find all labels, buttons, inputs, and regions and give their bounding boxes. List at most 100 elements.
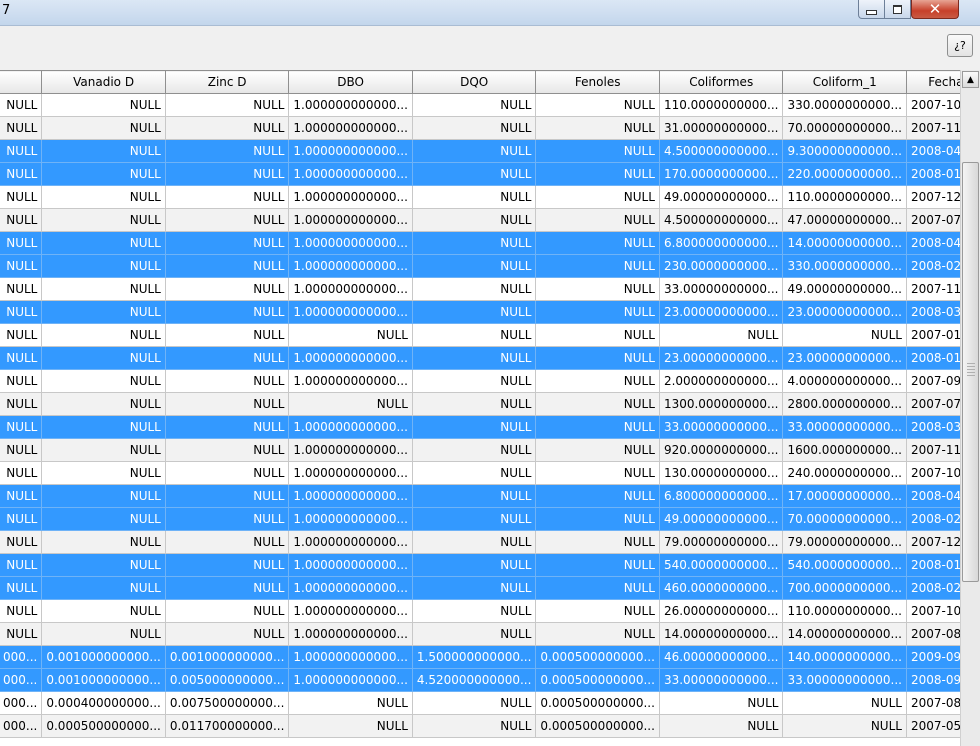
table-row[interactable]: NULL NULL NULL 1.000000000000... NULL NULL 170… xyxy=(0,162,960,186)
table-cell[interactable]: 2007-05-24 xyxy=(905,714,960,738)
table-cell[interactable]: 230.0000000000... xyxy=(658,254,784,278)
table-cell[interactable]: 14.00000000000... xyxy=(782,622,907,646)
table-row[interactable]: NULLNULLNULLNULLNULLNULLNULLNULL2007-01-… xyxy=(0,323,960,347)
table-cell[interactable]: 2007-07-25 xyxy=(905,392,960,416)
table-cell[interactable]: NULL xyxy=(535,530,660,554)
table-cell[interactable]: 2800.000000000... xyxy=(782,392,907,416)
table-cell[interactable]: 2007-08-07 xyxy=(905,691,960,715)
table-cell[interactable]: NULL xyxy=(164,599,290,623)
table-cell[interactable]: 330.0000000000... xyxy=(782,93,907,117)
table-cell[interactable]: NULL xyxy=(411,116,537,140)
table-cell[interactable]: NULL xyxy=(41,208,166,232)
table-cell[interactable]: NULL xyxy=(288,714,413,738)
table-cell[interactable]: 0.001000000000... xyxy=(41,645,166,669)
table-row[interactable]: 000... 0.001000000000... 0.005000000000...… xyxy=(0,668,960,692)
table-cell[interactable]: NULL xyxy=(164,346,290,370)
table-cell[interactable]: 140.0000000000... xyxy=(782,645,907,669)
table-cell[interactable]: NULL xyxy=(535,622,660,646)
table-cell[interactable]: 26.00000000000... xyxy=(658,599,784,623)
table-cell[interactable]: NULL xyxy=(411,277,537,301)
table-cell[interactable]: 2007-12-20 xyxy=(905,185,960,209)
table-cell[interactable]: 110.0000000000... xyxy=(782,185,907,209)
table-cell[interactable]: NULL xyxy=(41,461,166,485)
table-cell[interactable]: NULL xyxy=(164,116,290,140)
table-cell[interactable]: NULL xyxy=(411,93,537,117)
table-cell[interactable]: 79.00000000000... xyxy=(782,530,907,554)
table-cell[interactable]: NULL xyxy=(535,323,660,347)
table-cell[interactable]: NULL xyxy=(535,553,660,577)
table-row[interactable]: NULL NULL NULL 1.000000000000... NULL NULL 23.… xyxy=(0,300,960,324)
table-cell[interactable]: 2008-04-19 xyxy=(905,231,960,255)
table-cell[interactable]: NULL xyxy=(41,162,166,186)
table-cell[interactable]: 1.000000000000... xyxy=(288,93,413,117)
table-cell[interactable]: NULL xyxy=(411,576,537,600)
table-cell[interactable]: 1.000000000000... xyxy=(288,185,413,209)
table-cell[interactable]: 220.0000000000... xyxy=(782,162,907,186)
table-cell[interactable]: NULL xyxy=(164,438,290,462)
table-cell[interactable]: 47.00000000000... xyxy=(782,208,907,232)
table-cell[interactable]: NULL xyxy=(535,185,660,209)
column-header[interactable]: Zinc D xyxy=(164,70,290,94)
table-cell[interactable]: NULL xyxy=(164,300,290,324)
table-cell[interactable]: NULL xyxy=(41,116,166,140)
table-cell[interactable]: NULL xyxy=(288,392,413,416)
table-cell[interactable]: NULL xyxy=(0,116,43,140)
table-cell[interactable]: NULL xyxy=(535,599,660,623)
table-cell[interactable]: NULL xyxy=(164,162,290,186)
scroll-up-button[interactable]: ▲ xyxy=(962,71,979,88)
table-cell[interactable]: NULL xyxy=(164,185,290,209)
table-cell[interactable]: 1.000000000000... xyxy=(288,346,413,370)
table-cell[interactable]: 1.500000000000... xyxy=(411,645,537,669)
table-cell[interactable]: 23.00000000000... xyxy=(658,346,784,370)
table-cell[interactable]: 1.000000000000... xyxy=(288,599,413,623)
table-cell[interactable]: NULL xyxy=(0,300,43,324)
table-cell[interactable]: NULL xyxy=(658,691,784,715)
table-cell[interactable]: 2007-10-25 xyxy=(905,461,960,485)
table-cell[interactable]: NULL xyxy=(164,484,290,508)
table-cell[interactable]: NULL xyxy=(658,323,784,347)
table-cell[interactable]: 0.000500000000... xyxy=(41,714,166,738)
table-cell[interactable]: 1.000000000000... xyxy=(288,484,413,508)
table-cell[interactable]: NULL xyxy=(0,622,43,646)
table-cell[interactable]: NULL xyxy=(535,415,660,439)
table-cell[interactable]: 130.0000000000... xyxy=(658,461,784,485)
table-cell[interactable]: NULL xyxy=(0,139,43,163)
table-cell[interactable]: NULL xyxy=(411,553,537,577)
table-cell[interactable]: NULL xyxy=(411,139,537,163)
table-cell[interactable]: 1.000000000000... xyxy=(288,139,413,163)
table-cell[interactable]: NULL xyxy=(0,484,43,508)
table-cell[interactable]: 2008-04-19 xyxy=(905,139,960,163)
table-cell[interactable]: 2008-01-19 xyxy=(905,346,960,370)
table-cell[interactable]: 110.0000000000... xyxy=(658,93,784,117)
table-cell[interactable]: NULL xyxy=(41,300,166,324)
table-cell[interactable]: NULL xyxy=(164,323,290,347)
minimize-button[interactable] xyxy=(858,0,885,19)
close-button[interactable]: ✕ xyxy=(911,0,959,19)
table-cell[interactable]: NULL xyxy=(41,484,166,508)
table-cell[interactable]: 2008-01-19 xyxy=(905,162,960,186)
table-cell[interactable]: 920.0000000000... xyxy=(658,438,784,462)
column-header[interactable]: DQO xyxy=(411,70,537,94)
table-cell[interactable]: 2007-07-23 xyxy=(905,208,960,232)
table-row[interactable]: NULL NULL NULL NULL NULL NULL 1300.000000000..… xyxy=(0,392,960,416)
table-cell[interactable]: NULL xyxy=(411,185,537,209)
table-cell[interactable]: 1.000000000000... xyxy=(288,461,413,485)
table-cell[interactable]: 2008-02-19 xyxy=(905,576,960,600)
table-cell[interactable]: NULL xyxy=(164,93,290,117)
table-cell[interactable]: NULL xyxy=(0,93,43,117)
table-cell[interactable]: NULL xyxy=(41,93,166,117)
table-cell[interactable]: 000... xyxy=(0,714,43,738)
table-cell[interactable]: NULL xyxy=(782,323,907,347)
table-cell[interactable]: NULL xyxy=(411,622,537,646)
table-cell[interactable]: NULL xyxy=(164,369,290,393)
table-cell[interactable]: NULL xyxy=(411,369,537,393)
table-cell[interactable]: 23.00000000000... xyxy=(782,300,907,324)
table-cell[interactable]: NULL xyxy=(411,300,537,324)
table-row[interactable]: NULL NULL NULL 1.000000000000... NULL NULL 4.5… xyxy=(0,139,960,163)
table-cell[interactable]: NULL xyxy=(411,438,537,462)
table-cell[interactable]: 1.000000000000... xyxy=(288,300,413,324)
table-cell[interactable]: NULL xyxy=(535,231,660,255)
table-cell[interactable]: NULL xyxy=(0,254,43,278)
table-cell[interactable]: 540.0000000000... xyxy=(658,553,784,577)
table-cell[interactable]: NULL xyxy=(164,415,290,439)
